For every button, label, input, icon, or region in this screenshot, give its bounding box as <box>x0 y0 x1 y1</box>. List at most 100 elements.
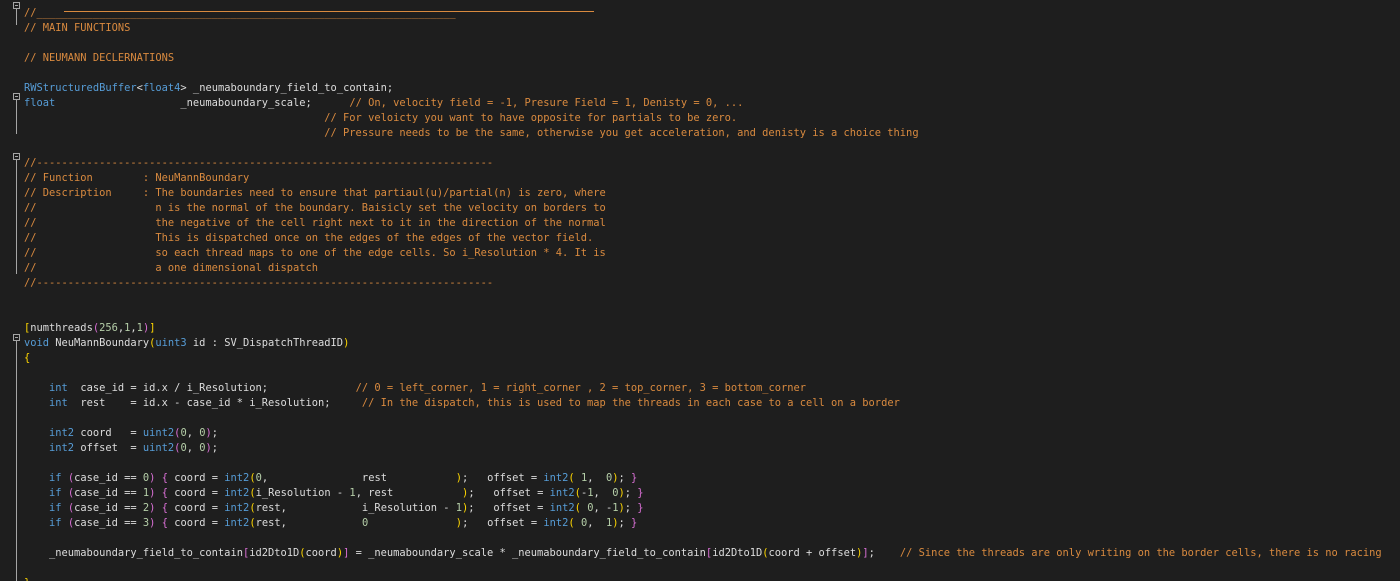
code-token: NeuMannBoundary <box>49 337 150 349</box>
code-line[interactable]: void NeuMannBoundary(uint3 id : SV_Dispa… <box>24 336 349 351</box>
collapse-region-icon[interactable] <box>13 93 20 100</box>
code-token: int <box>49 397 68 409</box>
code-line[interactable]: if (case_id == 3) { coord = int2(rest, 0… <box>24 516 637 531</box>
code-token: } <box>637 502 644 514</box>
code-token: coord <box>305 547 337 559</box>
code-token: coord = <box>167 517 225 529</box>
code-token: int2 <box>224 502 250 514</box>
code-token: // Function : NeuMannBoundary <box>24 172 250 184</box>
code-token: float4 <box>142 82 181 94</box>
code-line[interactable]: _neumaboundary_field_to_contain[id2Dto1D… <box>24 546 1382 561</box>
code-token: if <box>49 472 62 484</box>
code-token: // a one dimensional dispatch <box>24 262 319 274</box>
collapse-region-icon[interactable] <box>13 2 20 9</box>
code-token: _neumaboundary_field_to_contain <box>24 547 243 559</box>
code-line[interactable]: //--------------------------------------… <box>24 156 493 171</box>
code-token: ; offset = <box>468 502 550 514</box>
code-line[interactable]: RWStructuredBuffer<float4> _neumaboundar… <box>24 81 393 96</box>
code-token: rest, i_Resolution - <box>255 502 456 514</box>
code-token: int2 <box>549 502 575 514</box>
code-token: , <box>186 442 200 454</box>
code-token: , <box>587 517 606 529</box>
code-token: RWStructuredBuffer <box>24 82 137 94</box>
code-line[interactable]: float _neumaboundary_scale; // On, veloc… <box>24 96 743 111</box>
code-line[interactable]: } <box>24 576 30 581</box>
code-line[interactable]: if (case_id == 0) { coord = int2(0, rest… <box>24 471 637 486</box>
code-line[interactable]: // Pressure needs to be the same, otherw… <box>24 126 919 141</box>
code-token: ; <box>868 547 900 559</box>
code-token: // MAIN FUNCTIONS <box>24 22 131 34</box>
code-token: int2 <box>224 517 250 529</box>
code-line[interactable]: // Function : NeuMannBoundary <box>24 171 249 186</box>
code-token: // so each thread maps to one of the edg… <box>24 247 606 259</box>
code-line[interactable]: { <box>24 351 30 366</box>
code-token: coord = <box>167 487 225 499</box>
code-token: // In the dispatch, this is used to map … <box>361 397 900 409</box>
code-token: , <box>593 487 613 499</box>
code-line[interactable]: int2 offset = uint2(0, 0); <box>24 441 218 456</box>
collapse-region-icon[interactable] <box>13 153 20 160</box>
code-token: // Pressure needs to be the same, otherw… <box>324 127 919 139</box>
code-token: ; <box>211 442 219 454</box>
code-token: , - <box>593 502 613 514</box>
code-token: , rest <box>355 487 463 499</box>
code-line[interactable]: //--------------------------------------… <box>24 276 493 291</box>
code-area[interactable]: //______________________________________… <box>24 0 1400 581</box>
code-token: 256 <box>99 322 118 334</box>
code-token: uint2 <box>142 442 175 454</box>
code-line[interactable]: [numthreads(256,1,1)] <box>24 321 155 336</box>
code-token: case_id == <box>74 487 143 499</box>
code-token: // 0 = left_corner, 1 = right_corner , 2… <box>355 382 806 394</box>
code-token: > _neumaboundary_field_to_contain; <box>180 82 394 94</box>
code-line[interactable]: int rest = id.x - case_id * i_Resolution… <box>24 396 900 411</box>
code-token: numthreads <box>30 322 93 334</box>
code-line[interactable]: // MAIN FUNCTIONS <box>24 21 130 36</box>
code-line[interactable]: // the negative of the cell right next t… <box>24 216 606 231</box>
code-line[interactable]: // so each thread maps to one of the edg… <box>24 246 606 261</box>
code-token: //______________________________________… <box>24 7 456 19</box>
code-token: } <box>637 487 644 499</box>
code-line[interactable]: // n is the normal of the boundary. Bais… <box>24 201 606 216</box>
code-token: } <box>24 577 30 581</box>
code-token: id2Dto1D <box>249 547 300 559</box>
code-line[interactable]: //______________________________________… <box>24 6 456 21</box>
code-line[interactable]: int case_id = id.x / i_Resolution; // 0 … <box>24 381 806 396</box>
code-token: int2 <box>224 487 250 499</box>
code-line[interactable]: // Description : The boundaries need to … <box>24 186 606 201</box>
code-token: case_id == <box>74 472 143 484</box>
code-line[interactable]: // a one dimensional dispatch <box>24 261 318 276</box>
code-token: _neumaboundary_scale; <box>55 97 350 109</box>
code-line[interactable]: if (case_id == 2) { coord = int2(rest, i… <box>24 501 644 516</box>
code-token: coord + offset <box>768 547 857 559</box>
code-token: void <box>24 337 50 349</box>
code-token: ; <box>211 427 219 439</box>
code-token: int2 <box>49 442 75 454</box>
code-line[interactable]: if (case_id == 1) { coord = int2(i_Resol… <box>24 486 644 501</box>
fold-gutter <box>0 0 22 581</box>
code-line[interactable]: // For veloicty you want to have opposit… <box>24 111 737 126</box>
code-token: float <box>24 97 56 109</box>
code-token: int2 <box>224 472 250 484</box>
code-token: i_Resolution - <box>255 487 350 499</box>
code-token: //--------------------------------------… <box>24 157 494 169</box>
code-token: uint2 <box>142 427 175 439</box>
code-token: // the negative of the cell right next t… <box>24 217 606 229</box>
collapse-region-icon[interactable] <box>13 334 20 341</box>
code-editor[interactable]: //______________________________________… <box>0 0 1400 581</box>
code-line[interactable]: // This is dispatched once on the edges … <box>24 231 593 246</box>
code-token: int2 <box>543 472 569 484</box>
code-token: ; <box>618 517 632 529</box>
code-token: int <box>49 382 68 394</box>
fold-guide-line <box>16 335 17 581</box>
code-line[interactable]: // NEUMANN DECLERNATIONS <box>24 51 174 66</box>
code-line[interactable]: int2 coord = uint2(0, 0); <box>24 426 218 441</box>
code-token: , rest <box>261 472 456 484</box>
code-token: case_id = id.x / i_Resolution; <box>67 382 356 394</box>
